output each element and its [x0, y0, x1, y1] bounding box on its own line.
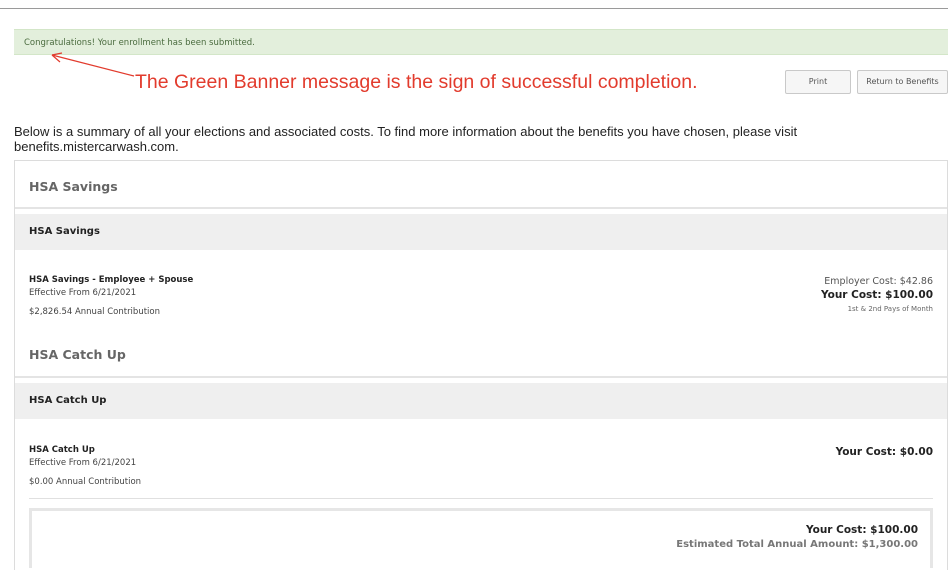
- top-divider: [0, 8, 948, 9]
- effective-date: Effective From 6/21/2021: [29, 458, 137, 468]
- estimated-total-annual: Estimated Total Annual Amount: $1,300.00: [676, 539, 918, 550]
- section-divider: [15, 376, 947, 378]
- elections-summary: HSA Savings HSA Savings HSA Savings - Em…: [14, 160, 948, 570]
- effective-date: Effective From 6/21/2021: [29, 288, 137, 298]
- plan-name: HSA Savings - Employee + Spouse: [29, 275, 194, 285]
- success-banner: Congratulations! Your enrollment has bee…: [14, 29, 948, 55]
- total-your-cost: Your Cost: $100.00: [805, 524, 918, 536]
- success-message: Congratulations! Your enrollment has bee…: [24, 38, 255, 48]
- card-header: HSA Catch Up: [15, 383, 947, 419]
- card-header: HSA Savings: [15, 214, 947, 250]
- return-to-benefits-button[interactable]: Return to Benefits: [857, 70, 948, 94]
- plan-card: HSA Savings HSA Savings - Employee + Spo…: [15, 214, 947, 354]
- section-heading: HSA Catch Up: [29, 347, 126, 362]
- summary-intro: Below is a summary of all your elections…: [14, 124, 798, 154]
- your-cost: Your Cost: $100.00: [820, 289, 933, 301]
- employer-cost: Employer Cost: $42.86: [824, 276, 933, 287]
- print-button[interactable]: Print: [785, 70, 851, 94]
- plan-name: HSA Catch Up: [29, 445, 95, 455]
- annotation-text: The Green Banner message is the sign of …: [135, 71, 698, 93]
- annual-contribution: $2,826.54 Annual Contribution: [29, 307, 160, 317]
- section-divider: [15, 207, 947, 209]
- plan-card: HSA Catch Up HSA Catch Up Effective From…: [15, 383, 947, 503]
- divider: [29, 498, 933, 499]
- your-cost: Your Cost: $0.00: [835, 446, 933, 458]
- arrow-icon: [51, 52, 135, 77]
- section-heading: HSA Savings: [29, 179, 118, 194]
- pay-frequency: 1st & 2nd Pays of Month: [847, 305, 933, 313]
- annual-contribution: $0.00 Annual Contribution: [29, 477, 142, 487]
- totals-box: Your Cost: $100.00 Estimated Total Annua…: [29, 508, 933, 568]
